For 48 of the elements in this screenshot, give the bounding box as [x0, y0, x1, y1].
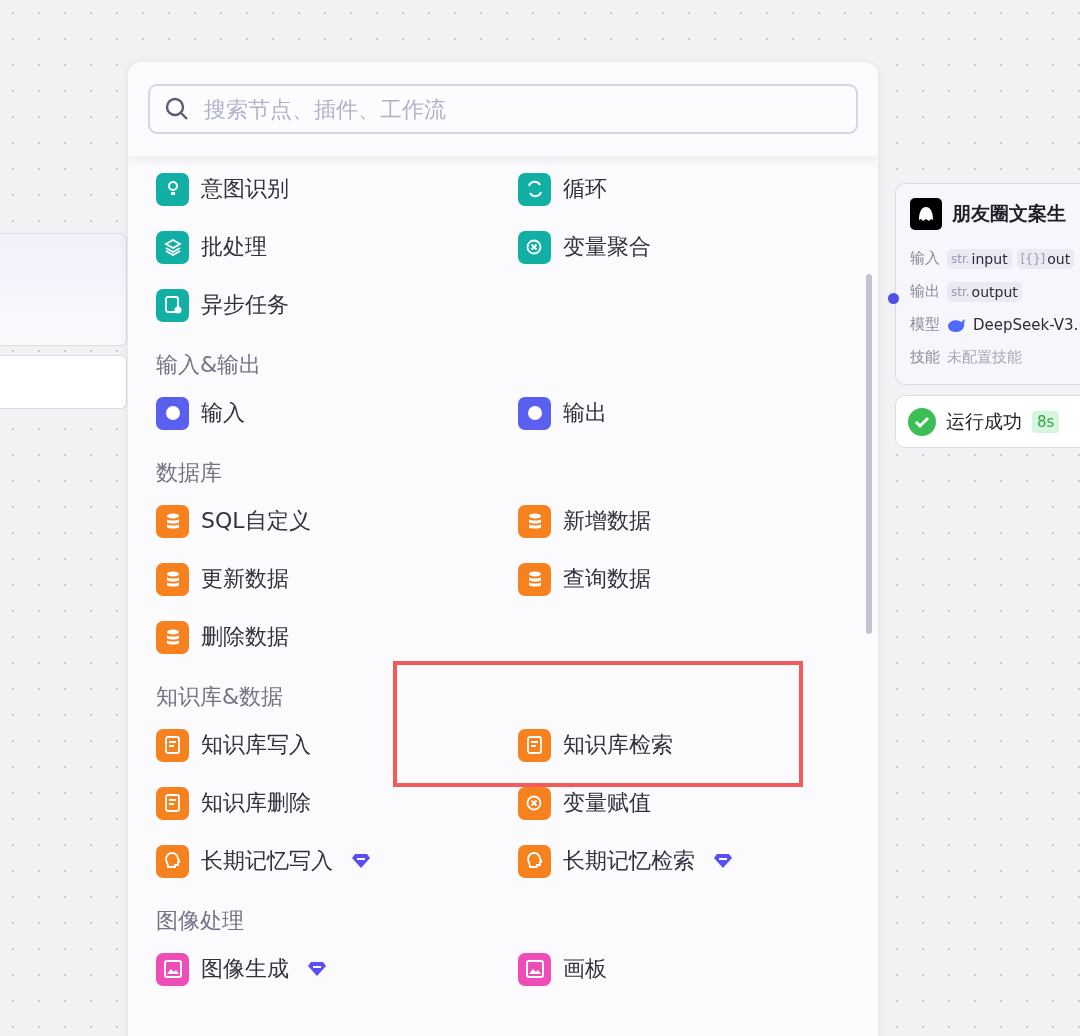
type-label: str.	[951, 284, 970, 299]
ghost-icon	[910, 198, 942, 230]
node-label[interactable]: SQL自定义	[201, 506, 311, 536]
node-label[interactable]: 知识库删除	[201, 788, 311, 818]
node-label[interactable]: 变量赋值	[563, 788, 651, 818]
node-card[interactable]	[0, 355, 127, 409]
field-label: 技能	[910, 348, 940, 367]
node-label[interactable]: 知识库写入	[201, 730, 311, 760]
variable-name: input	[971, 250, 1008, 267]
node-label[interactable]: 批处理	[201, 232, 267, 262]
node-label[interactable]: 输入	[201, 398, 245, 428]
section-heading: 数据库	[156, 459, 223, 487]
variable-name: output	[971, 283, 1018, 300]
field-label: 输出	[910, 282, 940, 301]
search-icon	[164, 96, 190, 122]
node-label[interactable]: 长期记忆写入	[201, 846, 333, 876]
variable-name: out	[1047, 250, 1071, 267]
node-card[interactable]: 朋友圈文案生 输入 str.input [{}]out 输出 str.output 模型 DeepSeek-V3. 技能 未配置技能	[895, 183, 1080, 385]
node-label[interactable]: 输出	[563, 398, 607, 428]
node-label[interactable]: 变量聚合	[563, 232, 651, 262]
search-field[interactable]: 搜索节点、插件、工作流	[148, 84, 858, 134]
check-icon	[908, 407, 936, 436]
section-heading: 输入&输出	[156, 351, 263, 379]
node-label[interactable]: 循环	[563, 174, 607, 204]
section-heading: 知识库&数据	[156, 683, 285, 711]
node-label[interactable]: 长期记忆检索	[563, 846, 695, 876]
type-label: [{}]	[1020, 251, 1046, 266]
node-label[interactable]: 新增数据	[563, 506, 651, 536]
connection-port[interactable]	[888, 293, 899, 304]
type-label: str.	[951, 251, 970, 266]
status-text: 运行成功	[946, 408, 1022, 434]
node-label[interactable]: 知识库检索	[563, 730, 673, 760]
node-label[interactable]: 图像生成	[201, 954, 289, 984]
field-label: 输入	[910, 249, 940, 268]
node-card[interactable]	[0, 233, 127, 346]
node-title: 朋友圈文案生	[952, 201, 1066, 226]
node-label[interactable]: 意图识别	[201, 174, 289, 204]
node-label[interactable]: 画板	[563, 954, 607, 984]
section-heading: 图像处理	[156, 907, 245, 935]
field-value: 未配置技能	[947, 348, 1022, 367]
model-name: DeepSeek-V3.	[973, 315, 1079, 334]
node-label[interactable]: 删除数据	[201, 622, 289, 652]
node-label[interactable]: 查询数据	[563, 564, 651, 594]
node-label[interactable]: 异步任务	[201, 290, 289, 320]
scrollbar-thumb[interactable]	[866, 274, 872, 634]
duration-badge: 8s	[1032, 410, 1060, 433]
field-label: 模型	[910, 315, 940, 334]
node-label[interactable]: 更新数据	[201, 564, 289, 594]
